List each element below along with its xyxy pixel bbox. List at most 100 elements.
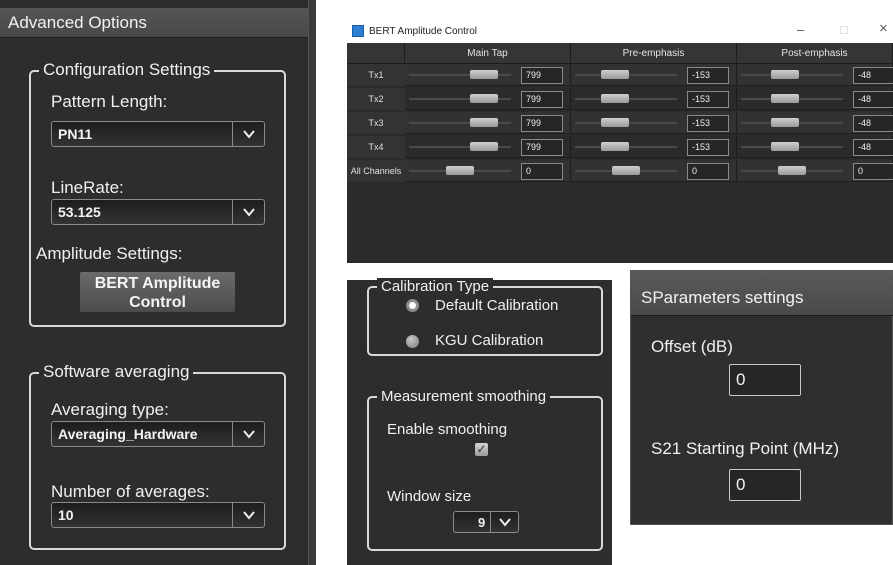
main-cell: 0 [405,160,571,182]
table-row: Tx2 799 -153 -48 [347,88,893,110]
main-tap-header: Main Tap [405,43,571,64]
post-value-input[interactable]: -48 [853,91,893,108]
pre-cell: -153 [571,136,737,158]
window-size-dropdown-button[interactable] [490,512,518,532]
main-slider-thumb[interactable] [446,166,474,175]
main-value-input[interactable]: 799 [521,115,563,132]
table-row: Tx4 799 -153 -48 [347,136,893,158]
post-cell: -48 [737,112,893,134]
post-value-input[interactable]: 0 [853,163,893,180]
grid-corner [347,43,405,64]
calibration-panel: Calibration Type Default Calibration KGU… [347,278,612,565]
minimize-button[interactable]: – [797,22,804,37]
pre-value-input[interactable]: 0 [687,163,729,180]
pre-slider-thumb[interactable] [600,94,629,103]
window-title: BERT Amplitude Control [369,26,478,37]
main-value-input[interactable]: 799 [521,139,563,156]
line-rate-dropdown-button[interactable] [232,200,264,224]
pattern-length-value: PN11 [58,126,93,142]
number-of-averages-value: 10 [58,507,74,523]
averaging-type-value: Averaging_Hardware [58,426,198,442]
software-averaging-group: Software averaging Averaging type: Avera… [29,362,286,550]
pre-cell: -153 [571,64,737,86]
table-row: Tx1 799 -153 -48 [347,64,893,86]
close-button[interactable]: × [879,20,888,37]
main-slider-thumb[interactable] [469,70,498,79]
post-value-input[interactable]: -48 [853,67,893,84]
pre-emphasis-header: Pre-emphasis [571,43,737,64]
configuration-settings-legend: Configuration Settings [39,60,215,80]
enable-smoothing-label: Enable smoothing [387,421,508,438]
pattern-length-label: Pattern Length: [51,92,168,111]
pattern-length-dropdown-button[interactable] [232,122,264,146]
main-slider-thumb[interactable] [469,94,498,103]
measurement-smoothing-legend: Measurement smoothing [377,388,551,405]
enable-smoothing-checkbox[interactable]: ✓ [475,443,488,456]
calibration-type-legend: Calibration Type [377,278,494,295]
pre-slider-thumb[interactable] [600,118,629,127]
kgu-calibration-label[interactable]: KGU Calibration [435,332,543,349]
number-of-averages-dropdown[interactable]: 10 [51,502,265,528]
main-slider-thumb[interactable] [469,142,498,151]
pre-value-input[interactable]: -153 [687,115,729,132]
window-size-dropdown[interactable]: 9 [453,511,519,533]
post-slider-thumb[interactable] [770,94,799,103]
pre-value-input[interactable]: -153 [687,91,729,108]
line-rate-label: LineRate: [51,178,124,197]
averaging-type-dropdown[interactable]: Averaging_Hardware [51,421,265,447]
main-cell: 799 [405,136,571,158]
main-value-input[interactable]: 799 [521,91,563,108]
row-label: Tx2 [347,88,405,110]
main-slider-thumb[interactable] [469,118,498,127]
averaging-type-dropdown-button[interactable] [232,422,264,446]
offset-input[interactable]: 0 [729,364,801,396]
number-of-averages-label: Number of averages: [51,482,210,501]
table-row: Tx3 799 -153 -48 [347,112,893,134]
pattern-length-dropdown[interactable]: PN11 [51,121,265,147]
post-slider-thumb[interactable] [770,118,799,127]
pre-value-input[interactable]: -153 [687,139,729,156]
default-calibration-radio[interactable] [406,299,419,312]
advanced-options-header: Advanced Options [0,8,310,38]
averaging-type-label: Averaging type: [51,400,169,419]
bert-amplitude-control-button-label: BERT Amplitude Control [94,275,221,311]
default-calibration-label[interactable]: Default Calibration [435,297,558,314]
post-cell: -48 [737,88,893,110]
window-size-label: Window size [387,488,472,505]
line-rate-dropdown[interactable]: 53.125 [51,199,265,225]
amplitude-grid: Main Tap Pre-emphasis Post-emphasis Tx1 7… [347,43,893,263]
s21-starting-point-input[interactable]: 0 [729,469,801,501]
main-cell: 799 [405,88,571,110]
app-icon [352,25,364,37]
s21-starting-point-label: S21 Starting Point (MHz) [651,439,840,458]
post-value-input[interactable]: -48 [853,115,893,132]
bert-amplitude-control-button[interactable]: BERT Amplitude Control [80,272,235,312]
calibration-type-group: Calibration Type Default Calibration KGU… [367,278,603,356]
number-of-averages-dropdown-button[interactable] [232,503,264,527]
pre-slider-thumb[interactable] [600,70,629,79]
post-slider-thumb[interactable] [770,70,799,79]
kgu-calibration-radio[interactable] [406,335,419,348]
chevron-down-icon [243,130,255,139]
sparameters-header: SParameters settings [631,271,893,316]
main-value-input[interactable]: 0 [521,163,563,180]
pre-slider-thumb[interactable] [612,166,640,175]
bert-amplitude-control-window: BERT Amplitude Control – □ × Main Tap Pr… [347,18,893,263]
post-slider-thumb[interactable] [770,142,799,151]
row-label: Tx3 [347,112,405,134]
pre-cell: 0 [571,160,737,182]
advanced-options-title: Advanced Options [8,13,147,32]
pre-slider-thumb[interactable] [600,142,629,151]
post-slider-thumb[interactable] [778,166,806,175]
post-value-input[interactable]: -48 [853,139,893,156]
maximize-button[interactable]: □ [840,22,848,37]
pre-cell: -153 [571,88,737,110]
main-value-input[interactable]: 799 [521,67,563,84]
line-rate-value: 53.125 [58,204,101,220]
panel-splitter[interactable] [308,0,316,565]
post-cell: -48 [737,64,893,86]
pre-value-input[interactable]: -153 [687,67,729,84]
post-emphasis-header: Post-emphasis [737,43,893,64]
main-cell: 799 [405,112,571,134]
post-cell: -48 [737,136,893,158]
